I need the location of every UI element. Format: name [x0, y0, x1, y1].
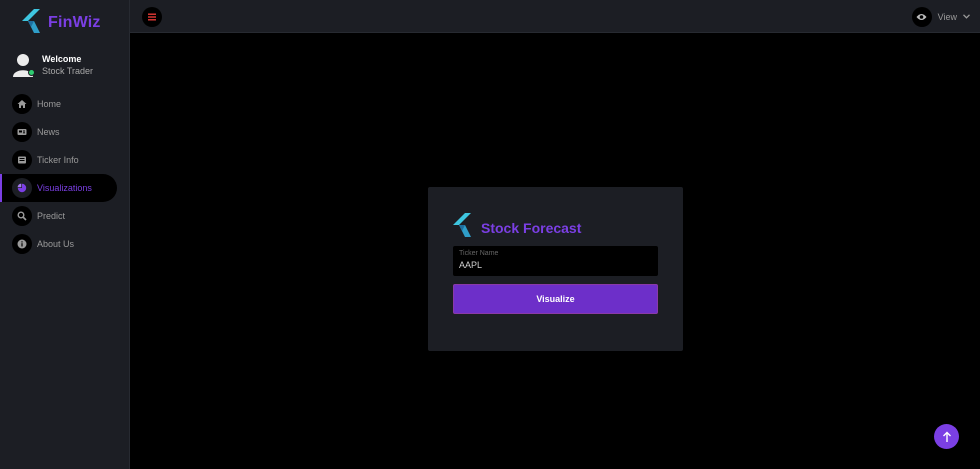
view-label: View: [937, 11, 957, 22]
avatar: [12, 53, 35, 77]
stock-forecast-card: Stock Forecast Ticker Name AAPL Visualiz…: [428, 187, 683, 351]
sidebar-item-label: News: [37, 127, 60, 137]
info-icon: [12, 234, 32, 254]
sidebar-item-label: Ticker Info: [37, 155, 79, 165]
visualize-button[interactable]: Visualize: [453, 284, 658, 314]
ticker-name-field[interactable]: Ticker Name AAPL: [453, 246, 658, 276]
chevron-down-icon: [963, 14, 970, 19]
scroll-to-top-button[interactable]: [934, 424, 959, 449]
sidebar-item-label: About Us: [37, 239, 75, 249]
pie-chart-icon: [12, 178, 32, 198]
menu-toggle-button[interactable]: [142, 7, 162, 27]
list-icon: [12, 150, 32, 170]
sidebar-item-label: Visualizations: [37, 183, 92, 193]
sidebar-item-home[interactable]: Home: [0, 90, 130, 118]
card-title: Stock Forecast: [481, 219, 582, 236]
sidebar: FinWiz Welcome Stock Trader Home News Ti…: [0, 0, 130, 469]
ticker-name-label: Ticker Name: [459, 250, 499, 257]
eye-icon: [911, 6, 932, 27]
brand-name: FinWiz: [48, 14, 101, 31]
sidebar-item-news[interactable]: News: [0, 118, 130, 146]
welcome-text: Welcome: [42, 53, 82, 64]
arrow-up-icon: [942, 431, 951, 442]
flutter-logo-icon: [453, 213, 473, 242]
sidebar-item-label: Home: [37, 99, 62, 109]
home-icon: [12, 94, 32, 114]
ticker-name-input[interactable]: AAPL: [459, 260, 482, 270]
flutter-logo-icon: [22, 8, 42, 38]
brand[interactable]: FinWiz: [22, 8, 101, 38]
user-profile[interactable]: Welcome Stock Trader: [12, 53, 93, 77]
sidebar-item-predict[interactable]: Predict: [0, 202, 130, 230]
profile-text: Welcome Stock Trader: [42, 54, 93, 77]
newspaper-icon: [12, 122, 32, 142]
sidebar-item-label: Predict: [37, 211, 66, 221]
user-role: Stock Trader: [42, 65, 94, 76]
hamburger-icon: [148, 13, 156, 21]
top-bar: View: [130, 0, 980, 33]
sidebar-nav: Home News Ticker Info Visualizations Pre…: [0, 90, 130, 258]
sidebar-item-about-us[interactable]: About Us: [0, 230, 130, 258]
app-root: FinWiz Welcome Stock Trader Home News Ti…: [0, 0, 980, 469]
view-dropdown[interactable]: View: [911, 6, 970, 27]
sidebar-item-visualizations[interactable]: Visualizations: [0, 174, 117, 202]
card-header: Stock Forecast: [453, 213, 581, 242]
online-status-dot: [28, 69, 35, 76]
search-icon: [12, 206, 32, 226]
sidebar-item-ticker-info[interactable]: Ticker Info: [0, 146, 130, 174]
